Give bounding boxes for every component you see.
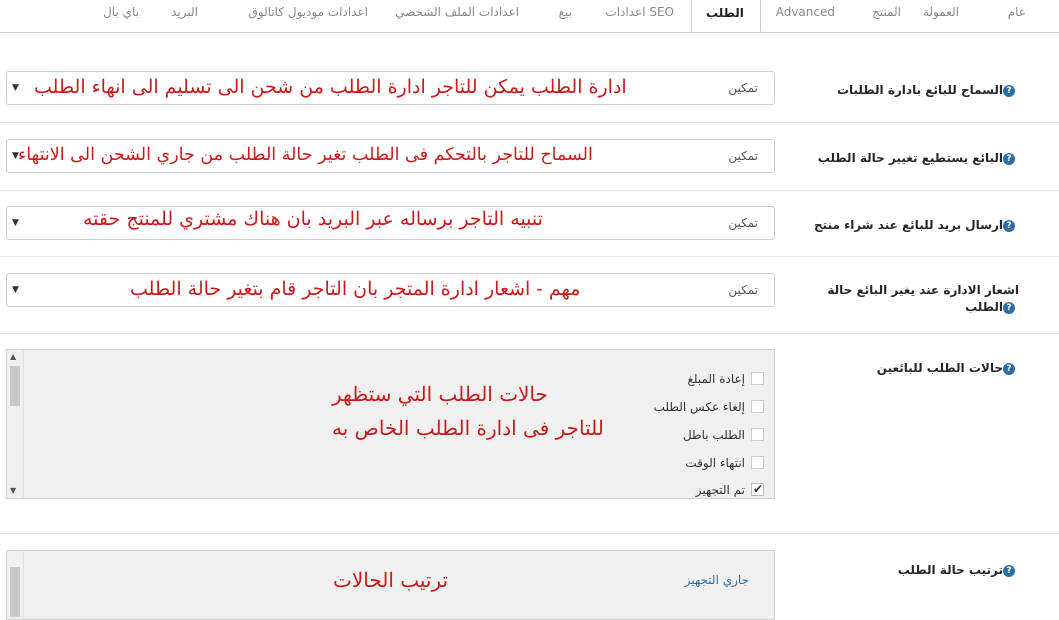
annotation-sort: ترتيب الحالات — [333, 568, 449, 592]
row-divider — [0, 190, 1059, 191]
tab-profile[interactable]: اعدادات الملف الشخصي — [395, 0, 519, 30]
tab-paypal[interactable]: باي بال — [103, 0, 139, 30]
scroll-up-icon[interactable]: ▲ — [10, 352, 16, 362]
scrollbar[interactable]: ▲ ▼ — [7, 350, 24, 498]
help-icon[interactable]: ? — [1003, 564, 1015, 577]
help-icon[interactable]: ? — [1003, 219, 1015, 232]
select-value: تمكين — [728, 283, 758, 297]
chevron-down-icon: ▼ — [12, 218, 19, 228]
tab-advanced[interactable]: Advanced — [776, 0, 835, 30]
help-icon[interactable]: ? — [1003, 362, 1015, 375]
scrollbar-thumb[interactable] — [10, 567, 20, 617]
annotation-change-status: السماح للتاجر بالتحكم فى الطلب تغير حالة… — [18, 145, 593, 165]
status-option-cancel-reversal[interactable]: إلغاء عكس الطلب — [654, 398, 764, 416]
help-icon[interactable]: ? — [1003, 84, 1015, 97]
status-option-processed[interactable]: تم التجهيز — [696, 480, 764, 499]
status-option-voided[interactable]: الطلب باطل — [683, 426, 764, 444]
annotation-statuses-line1: حالات الطلب التي ستظهر — [332, 382, 548, 406]
status-option-refunded[interactable]: إعادة المبلغ — [687, 370, 764, 388]
setting-label-notify-admin: اشعار الادارة عند يغير البائع حالة ?الطل… — [827, 283, 1019, 314]
scrollbar-thumb[interactable] — [10, 366, 20, 406]
annotation-notify-admin: مهم - اشعار ادارة المتجر بان التاجر قام … — [130, 278, 581, 300]
select-value: تمكين — [728, 149, 758, 163]
chevron-down-icon: ▼ — [12, 285, 19, 295]
status-option-expired[interactable]: انتهاء الوقت — [685, 454, 764, 472]
settings-tabs: عام العمولة المنتج Advanced الطلب اعدادا… — [0, 0, 1059, 33]
checkbox[interactable] — [751, 456, 764, 469]
scroll-down-icon[interactable]: ▼ — [10, 486, 16, 496]
annotation-statuses-line2: للتاجر فى ادارة الطلب الخاص به — [332, 416, 604, 440]
tab-seo[interactable]: اعدادات SEO — [605, 0, 674, 30]
row-divider — [0, 533, 1059, 534]
help-icon[interactable]: ? — [1003, 152, 1015, 165]
sort-item-processing[interactable]: جاري التجهيز — [685, 573, 749, 587]
chevron-down-icon: ▼ — [12, 83, 19, 93]
tab-sell[interactable]: بيع — [559, 0, 572, 30]
select-value: تمكين — [728, 216, 758, 230]
setting-label-sort-status: ?ترتيب حالة الطلب — [779, 562, 1019, 579]
setting-label-email-on-purchase: ?ارسال بريد للبائع عند شراء منتج — [779, 217, 1019, 234]
help-icon[interactable]: ? — [1003, 301, 1015, 314]
select-value: تمكين — [728, 81, 758, 95]
checkbox-checked[interactable] — [751, 480, 764, 498]
row-divider — [0, 333, 1059, 334]
setting-label-manage-orders: ?السماح للبائع بادارة الطلبات — [779, 82, 1019, 99]
checkbox[interactable] — [751, 372, 764, 385]
tab-product[interactable]: المنتج — [872, 0, 901, 30]
annotation-manage-orders: ادارة الطلب يمكن للتاجر ادارة الطلب من ش… — [34, 76, 627, 98]
tab-catalog-module[interactable]: اعدادات موديول كاتالوق — [249, 0, 369, 30]
tab-email[interactable]: البريد — [171, 0, 198, 30]
setting-label-order-statuses: ?حالات الطلب للبائعين — [779, 360, 1019, 377]
tab-commission[interactable]: العمولة — [923, 0, 959, 30]
row-divider — [0, 256, 1059, 257]
row-divider — [0, 122, 1059, 123]
setting-label-change-status: ?البائع يستطيع تغيير حالة الطلب — [779, 150, 1019, 167]
tab-order[interactable]: الطلب — [691, 0, 761, 32]
checkbox[interactable] — [751, 428, 764, 441]
tab-general[interactable]: عام — [1008, 0, 1026, 30]
annotation-email-on-purchase: تنبيه التاجر برساله عبر البريد بان هناك … — [83, 208, 543, 230]
scrollbar[interactable] — [7, 551, 24, 619]
checkbox[interactable] — [751, 400, 764, 413]
